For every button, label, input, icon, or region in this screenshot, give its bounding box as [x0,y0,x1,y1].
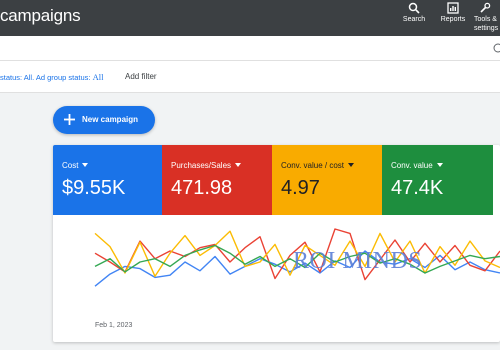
metric-value: 471.98 [171,177,233,199]
metric-name: Cost [62,161,79,170]
metric-value: $9.55K [62,177,126,199]
reports-label: Reports [440,16,466,23]
metric-name: Purchases/Sales [171,161,232,170]
status-filter-chip[interactable]: status: All. Ad group status: All [0,72,103,82]
tools-settings-button[interactable]: Tools & settings [474,2,500,33]
page-title: campaigns [0,6,81,25]
dropdown-caret-icon [235,163,242,167]
dropdown-caret-icon [348,163,354,167]
metric-selector-purchases[interactable]: Purchases/Sales [171,161,242,170]
new-campaign-button[interactable]: New campaign [53,106,155,134]
add-filter-button[interactable]: Add filter [125,72,157,81]
search-icon [408,2,420,14]
metric-selector-cost[interactable]: Cost [62,161,89,170]
watermark-text: ROI MINDS [293,248,423,274]
performance-panel: Cost $9.55K Purchases/Sales 471.98 Conv.… [53,145,500,342]
reports-icon [447,2,459,14]
help-icon[interactable] [493,43,500,53]
secondary-bar [0,36,500,61]
tools-settings-label: Tools & settings [474,16,499,32]
top-app-bar: campaigns Search Reports Tools & setting… [0,0,500,36]
metric-card-conv-value[interactable]: Conv. value 47.4K [382,145,493,215]
search-label: Search [402,16,426,23]
x-axis-start-label: Feb 1, 2023 [95,322,133,329]
campaign-status-filter: status: All [0,73,33,82]
tools-icon [480,2,491,13]
plus-icon [64,114,75,125]
metric-value: 47.4K [391,177,444,199]
metric-card-purchases[interactable]: Purchases/Sales 471.98 [162,145,272,215]
metric-selector-conv-value[interactable]: Conv. value [391,161,443,170]
metric-value: 4.97 [281,177,320,199]
metric-card-conv-value-cost[interactable]: Conv. value / cost 4.97 [272,145,382,215]
metric-name: Conv. value / cost [281,161,344,170]
search-button[interactable]: Search [397,2,431,24]
metric-card-cost[interactable]: Cost $9.55K [53,145,162,215]
ad-group-status-filter: Ad group status: [35,73,93,82]
metric-name: Conv. value [391,161,433,170]
reports-button[interactable]: Reports [436,2,470,24]
dropdown-caret-icon [82,163,89,167]
new-campaign-label: New campaign [82,115,139,124]
filter-bar: status: All. Ad group status: All Add fi… [0,61,500,93]
dropdown-caret-icon [436,163,443,167]
metric-selector-conv-value-cost[interactable]: Conv. value / cost [281,161,354,170]
ad-group-status-value: All [92,72,104,82]
